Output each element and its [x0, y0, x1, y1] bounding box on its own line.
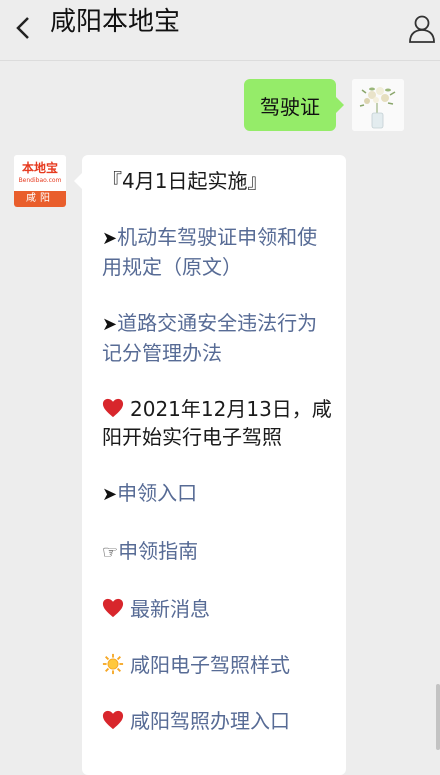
outgoing-message-text: 驾驶证 [260, 94, 320, 119]
arrow-icon: ➤ [102, 314, 118, 335]
link-text: 最新消息 [130, 597, 210, 621]
incoming-message-bubble: 『4月1日起实施』 ➤机动车驾驶证申领和使 用规定（原文） ➤道路交通安全违法行… [74, 155, 346, 775]
link-e-license-style[interactable]: 咸阳电子驾照样式 [102, 651, 332, 679]
message-heading: 『4月1日起实施』 [102, 169, 268, 193]
notice-line: 阳开始实行电子驾照 [102, 425, 282, 449]
top-bar: 咸阳本地宝 [0, 0, 440, 61]
link-text: 记分管理办法 [102, 341, 222, 365]
person-icon[interactable] [408, 14, 436, 44]
link-text: 咸阳驾照办理入口 [130, 709, 290, 733]
link-apply-entry[interactable]: ➤申领入口 [102, 479, 332, 509]
arrow-icon: ➤ [102, 484, 118, 505]
link-points-rules[interactable]: ➤道路交通安全违法行为 记分管理办法 [102, 309, 332, 367]
link-text: 机动车驾驶证申领和使 [117, 225, 318, 249]
chevron-left-icon[interactable] [10, 14, 36, 42]
link-text: 咸阳电子驾照样式 [130, 653, 290, 677]
bot-avatar[interactable]: 本地宝 Bendibao.com 咸阳 [14, 155, 66, 207]
heart-icon [102, 398, 124, 418]
link-apply-guide[interactable]: ☞申领指南 [102, 537, 332, 567]
chat-title: 咸阳本地宝 [50, 7, 181, 37]
scrollbar[interactable] [436, 684, 440, 750]
link-license-office[interactable]: 咸阳驾照办理入口 [102, 707, 332, 735]
flower-vase-icon [352, 79, 404, 131]
sun-icon [102, 653, 124, 675]
arrow-icon: ➤ [102, 228, 118, 249]
link-license-rules[interactable]: ➤机动车驾驶证申领和使 用规定（原文） [102, 223, 332, 281]
user-avatar[interactable] [352, 79, 404, 131]
outgoing-message-bubble[interactable]: 驾驶证 [244, 79, 344, 131]
link-latest-news[interactable]: 最新消息 [102, 595, 332, 623]
link-text: 申领指南 [118, 539, 199, 563]
heart-icon [102, 598, 124, 618]
link-text: 道路交通安全违法行为 [117, 311, 318, 335]
logo-main-text: 本地宝 [21, 161, 58, 175]
heart-icon [102, 710, 124, 730]
logo-city-text: 咸阳 [14, 191, 66, 207]
notice-line: 2021年12月13日，咸 [130, 397, 332, 421]
logo-sub-text: Bendibao.com [18, 177, 62, 184]
link-text: 用规定（原文） [102, 255, 242, 279]
link-text: 申领入口 [117, 481, 198, 505]
notice-text: 2021年12月13日，咸 阳开始实行电子驾照 [102, 395, 332, 451]
pointing-hand-icon: ☞ [102, 542, 119, 563]
